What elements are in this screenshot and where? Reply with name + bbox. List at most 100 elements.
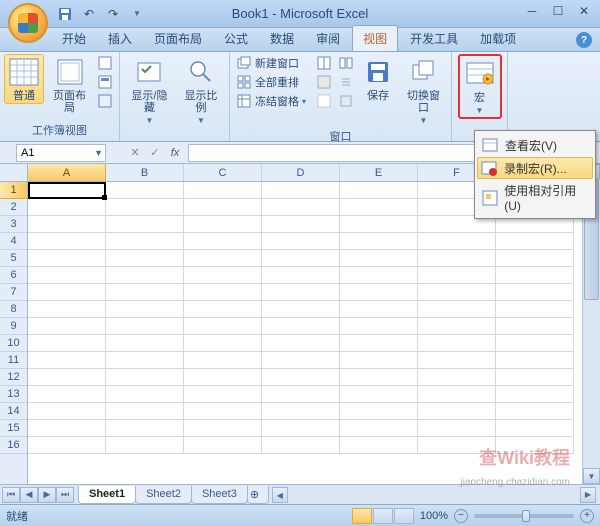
cell[interactable] (184, 437, 262, 454)
cell[interactable] (184, 182, 262, 199)
cell[interactable] (262, 335, 340, 352)
tab-home[interactable]: 开始 (52, 26, 96, 51)
cell[interactable] (340, 318, 418, 335)
custom-views-button[interactable] (95, 73, 115, 91)
row-header[interactable]: 10 (0, 335, 27, 352)
row-header[interactable]: 6 (0, 267, 27, 284)
cell[interactable] (106, 420, 184, 437)
row-header[interactable]: 15 (0, 420, 27, 437)
first-sheet-icon[interactable]: ⏮ (2, 487, 20, 503)
cell[interactable] (418, 284, 496, 301)
cell[interactable] (184, 318, 262, 335)
cell[interactable] (106, 182, 184, 199)
cell[interactable] (184, 267, 262, 284)
cell[interactable] (28, 437, 106, 454)
reset-position-button[interactable] (336, 92, 356, 110)
help-icon[interactable]: ? (576, 32, 592, 48)
cell[interactable] (262, 301, 340, 318)
cell[interactable] (496, 352, 574, 369)
cell[interactable] (496, 318, 574, 335)
cell[interactable] (418, 233, 496, 250)
cell[interactable] (262, 318, 340, 335)
col-header-a[interactable]: A (28, 164, 106, 181)
cell[interactable] (28, 182, 106, 199)
switch-windows-button[interactable]: 切换窗口 ▼ (400, 54, 447, 127)
cell[interactable] (184, 352, 262, 369)
scroll-right-icon[interactable]: ▶ (580, 487, 596, 503)
cell[interactable] (28, 233, 106, 250)
cell[interactable] (496, 233, 574, 250)
cell[interactable] (28, 267, 106, 284)
cell[interactable] (418, 437, 496, 454)
cell[interactable] (262, 386, 340, 403)
cell[interactable] (340, 403, 418, 420)
row-header[interactable]: 14 (0, 403, 27, 420)
scroll-down-icon[interactable]: ▼ (583, 468, 600, 484)
cell[interactable] (262, 267, 340, 284)
tab-developer[interactable]: 开发工具 (400, 26, 468, 51)
cell[interactable] (28, 216, 106, 233)
cell[interactable] (340, 301, 418, 318)
cell[interactable] (184, 216, 262, 233)
save-icon[interactable] (56, 5, 74, 23)
cell[interactable] (262, 182, 340, 199)
namebox-dropdown-icon[interactable]: ▼ (94, 148, 103, 158)
cell[interactable] (418, 301, 496, 318)
cell[interactable] (106, 335, 184, 352)
page-break-shortcut[interactable] (394, 508, 414, 524)
cell[interactable] (496, 437, 574, 454)
cell[interactable] (496, 284, 574, 301)
view-macros-item[interactable]: 查看宏(V) (477, 133, 593, 157)
cell[interactable] (184, 250, 262, 267)
cell[interactable] (28, 352, 106, 369)
cell[interactable] (28, 403, 106, 420)
cell[interactable] (106, 301, 184, 318)
zoom-slider[interactable] (474, 514, 574, 518)
cell[interactable] (340, 335, 418, 352)
cell[interactable] (340, 369, 418, 386)
zoom-out-button[interactable]: − (454, 509, 468, 523)
cell[interactable] (418, 250, 496, 267)
cell[interactable] (28, 199, 106, 216)
view-side-by-side-button[interactable] (336, 54, 356, 72)
zoom-in-button[interactable]: + (580, 509, 594, 523)
row-header[interactable]: 4 (0, 233, 27, 250)
last-sheet-icon[interactable]: ⏭ (56, 487, 74, 503)
cell[interactable] (106, 233, 184, 250)
cell[interactable] (106, 369, 184, 386)
cell[interactable] (340, 284, 418, 301)
cell[interactable] (106, 318, 184, 335)
cell[interactable] (418, 267, 496, 284)
sheet-tab-3[interactable]: Sheet3 (191, 486, 248, 504)
undo-icon[interactable]: ↶ (80, 5, 98, 23)
cell[interactable] (418, 403, 496, 420)
cell[interactable] (262, 199, 340, 216)
cell[interactable] (418, 335, 496, 352)
cell[interactable] (184, 420, 262, 437)
cell[interactable] (262, 233, 340, 250)
cell[interactable] (418, 420, 496, 437)
cell[interactable] (496, 403, 574, 420)
sheet-tab-1[interactable]: Sheet1 (78, 486, 136, 504)
zoom-button[interactable]: 显示比例 ▼ (177, 54, 225, 127)
save-workspace-button[interactable]: 保存 (358, 54, 398, 104)
cell[interactable] (28, 420, 106, 437)
new-window-button[interactable]: 新建窗口 (234, 54, 312, 72)
cell[interactable] (106, 352, 184, 369)
cell[interactable] (28, 318, 106, 335)
cell[interactable] (418, 369, 496, 386)
cell[interactable] (262, 284, 340, 301)
cell[interactable] (106, 216, 184, 233)
cell[interactable] (28, 335, 106, 352)
row-header[interactable]: 16 (0, 437, 27, 454)
fx-icon[interactable]: fx (166, 145, 184, 161)
select-all-corner[interactable] (0, 164, 28, 182)
cell[interactable] (184, 233, 262, 250)
cell[interactable] (106, 284, 184, 301)
tab-formulas[interactable]: 公式 (214, 26, 258, 51)
col-header-c[interactable]: C (184, 164, 262, 181)
page-break-preview-button[interactable] (95, 54, 115, 72)
relative-reference-item[interactable]: 使用相对引用(U) (477, 179, 593, 216)
split-button[interactable] (314, 54, 334, 72)
cell[interactable] (262, 216, 340, 233)
